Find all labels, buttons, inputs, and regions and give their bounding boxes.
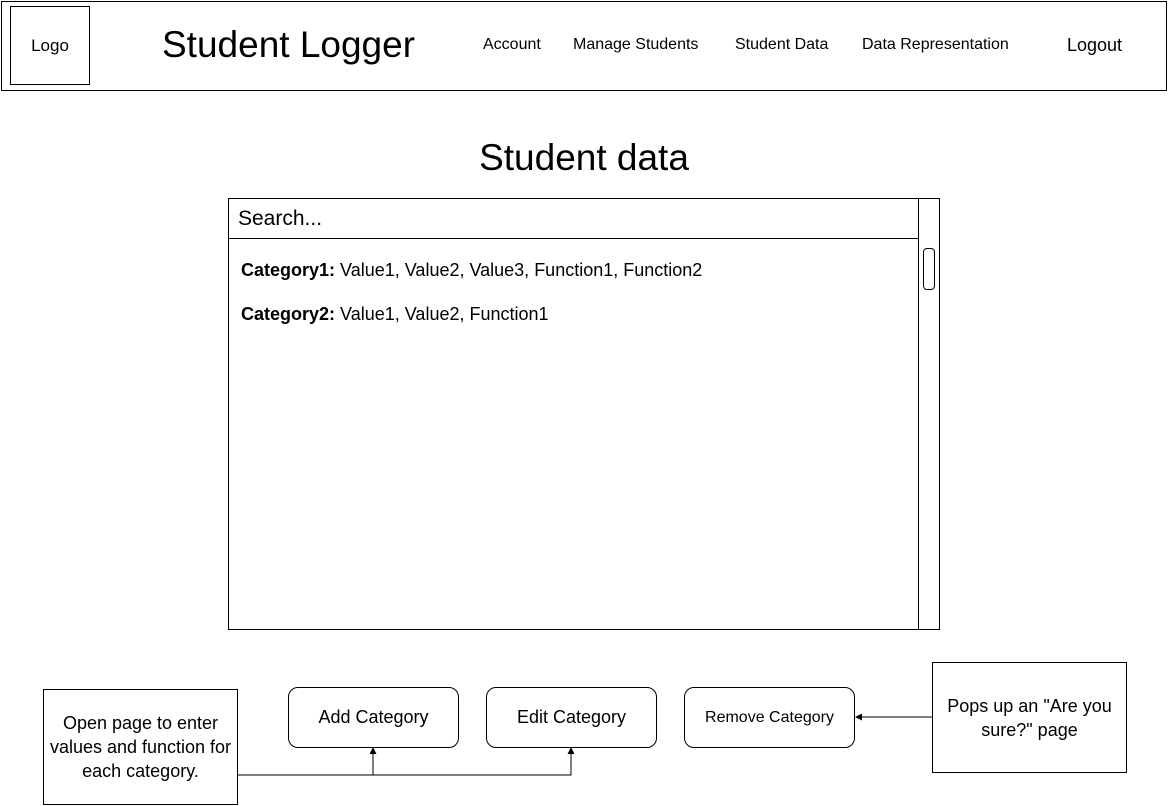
category-row[interactable]: Category2: Value1, Value2, Function1: [241, 303, 549, 325]
logout-link[interactable]: Logout: [1067, 35, 1122, 55]
category-values: Value1, Value2, Function1: [340, 304, 549, 324]
category-name: Category1:: [241, 260, 336, 280]
nav-data-representation[interactable]: Data Representation: [862, 36, 1009, 54]
nav-manage-students[interactable]: Manage Students: [573, 36, 698, 54]
logo: Logo: [10, 6, 90, 85]
arrowhead-add: [369, 747, 377, 754]
category-values: Value1, Value2, Value3, Function1, Funct…: [340, 260, 703, 280]
arrowhead-edit: [567, 747, 575, 754]
category-row[interactable]: Category1: Value1, Value2, Value3, Funct…: [241, 259, 702, 281]
remove-category-button[interactable]: Remove Category: [684, 687, 855, 748]
page-title: Student data: [479, 137, 689, 178]
nav-student-data[interactable]: Student Data: [735, 36, 828, 54]
add-category-button[interactable]: Add Category: [288, 687, 459, 748]
nav-account[interactable]: Account: [483, 36, 541, 54]
category-name: Category2:: [241, 304, 336, 324]
app-title: Student Logger: [162, 24, 416, 65]
annotation-remove: Pops up an "Are you sure?" page: [932, 662, 1127, 773]
annotation-add-edit: Open page to enter values and function f…: [43, 689, 238, 805]
logo-label: Logo: [31, 35, 69, 55]
arrowhead-remove: [855, 713, 862, 721]
scrollbar-thumb[interactable]: [923, 248, 935, 290]
search-input[interactable]: [229, 199, 919, 239]
edit-category-button[interactable]: Edit Category: [486, 687, 657, 748]
